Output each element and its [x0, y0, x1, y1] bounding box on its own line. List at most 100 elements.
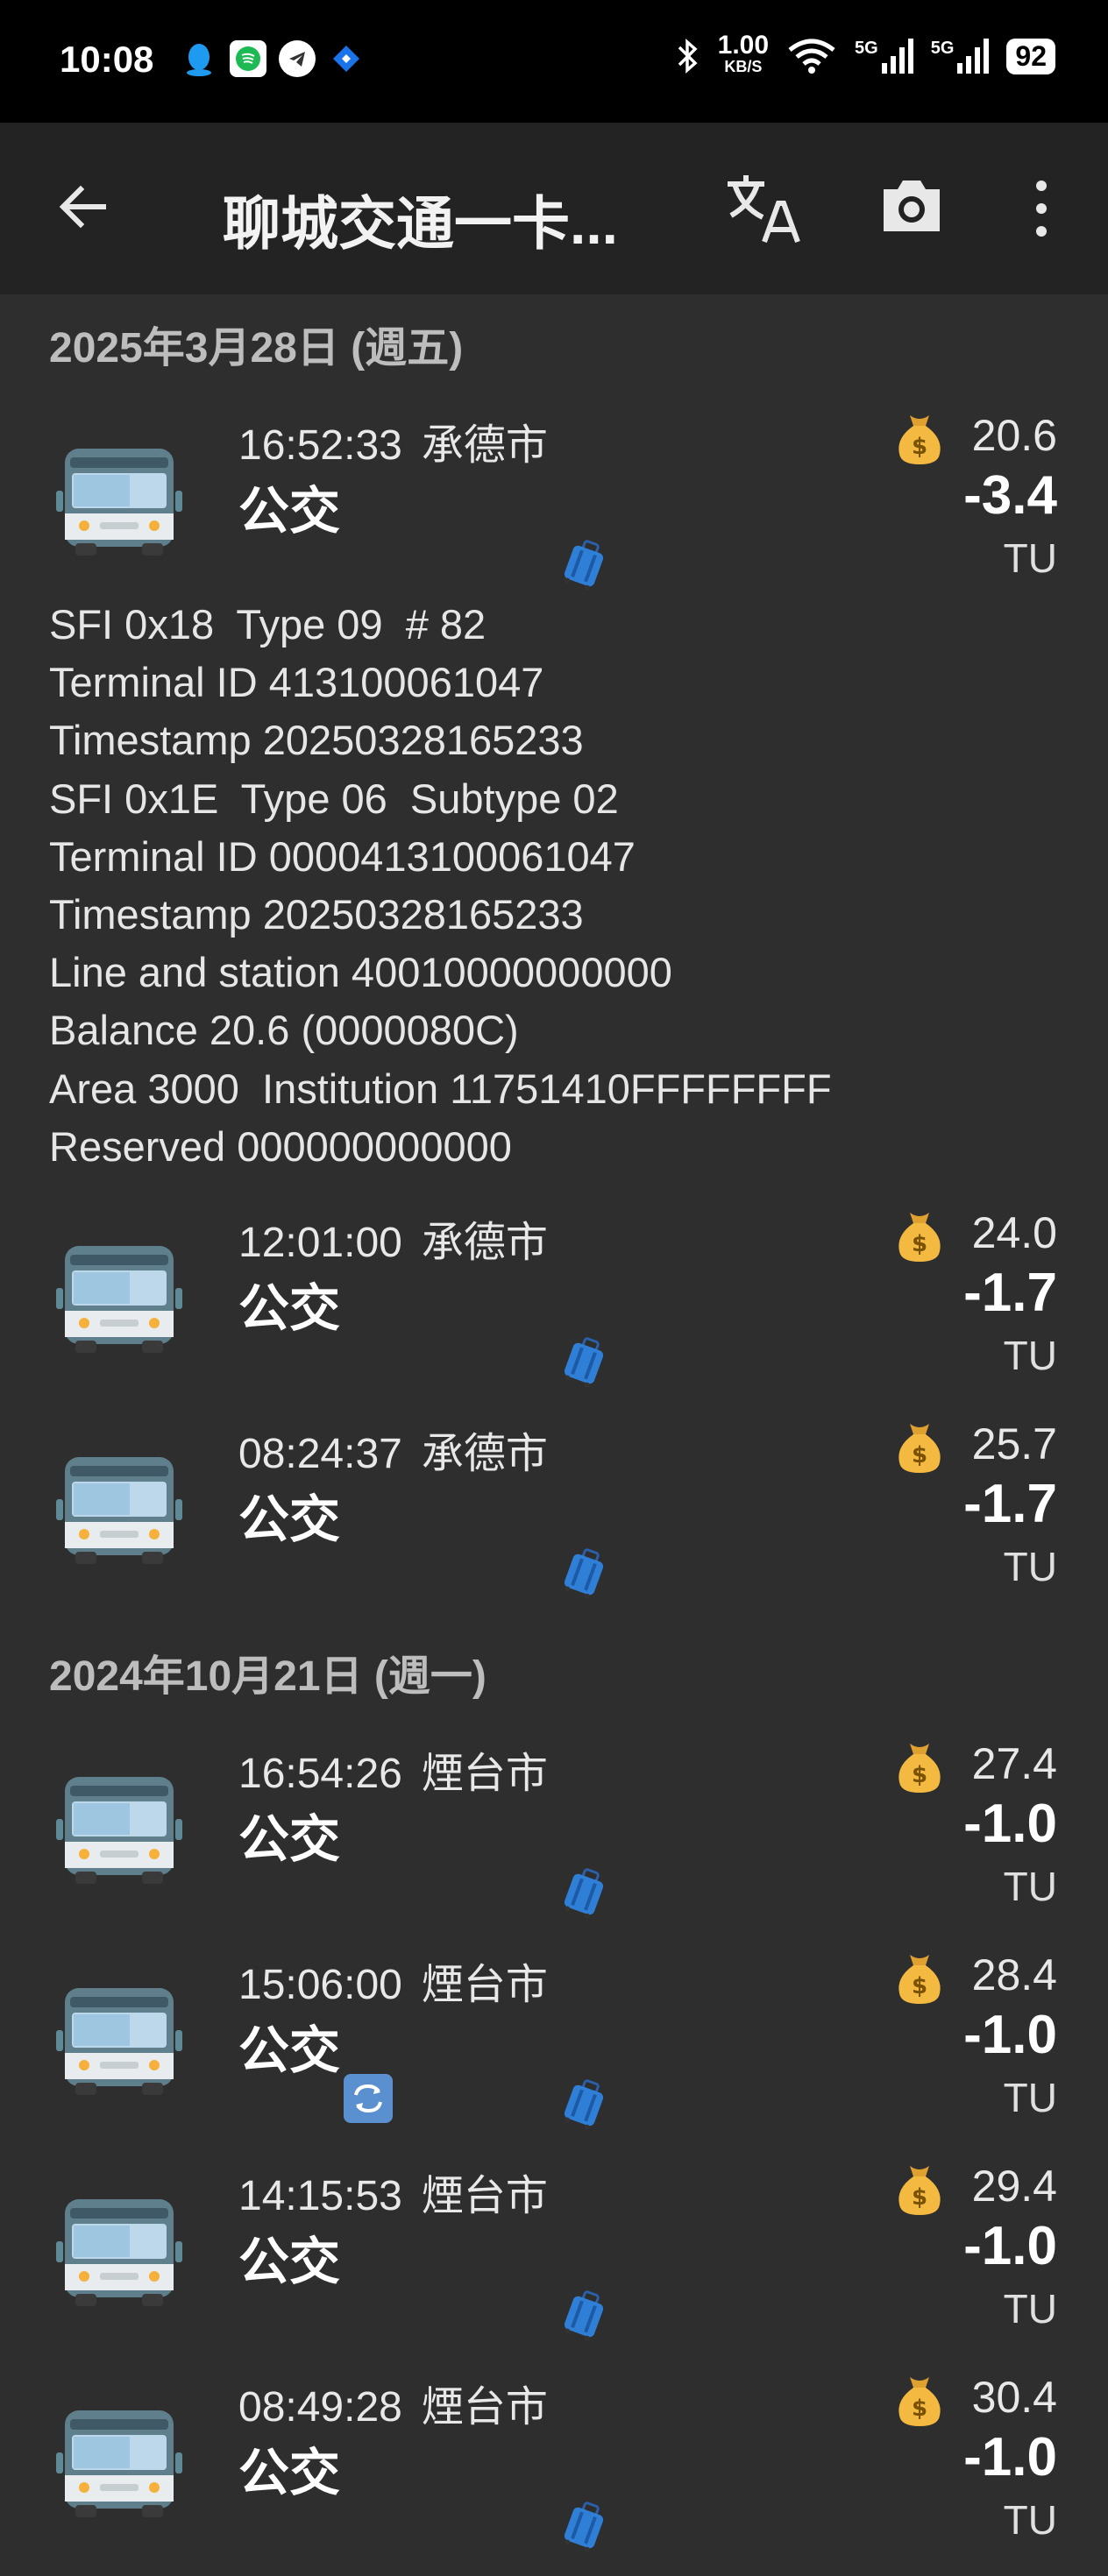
balance-value: 24.0 [971, 1208, 1057, 1258]
bus-icon [56, 2407, 182, 2527]
transaction-time: 08:24:37 承德市 [238, 1419, 548, 1480]
time-value: 16:54:26 [238, 1751, 402, 1798]
money-bag-icon: $ [894, 2374, 945, 2432]
back-arrow-icon[interactable] [53, 175, 116, 243]
transaction-row[interactable]: 14:15:53 煙台市 公交 $29.4 -1.0 TU [0, 2154, 1108, 2365]
city-name: 煙台市 [421, 2384, 548, 2431]
app-diamond-icon [328, 40, 365, 77]
time-value: 12:01:00 [238, 1220, 402, 1267]
balance-value: 25.7 [971, 1419, 1057, 1469]
page-title: 聊城交通一卡... [223, 191, 619, 256]
currency-unit: TU [1003, 535, 1057, 581]
svg-text:$: $ [912, 2396, 927, 2422]
luggage-icon [561, 2502, 607, 2557]
money-bag-icon: $ [894, 1209, 945, 1268]
transaction-time: 08:49:28 煙台市 [238, 2372, 548, 2433]
date-header: 2024年10月21日 (週一) [49, 1653, 487, 1701]
notification-icons [181, 40, 365, 77]
bus-icon [56, 1773, 182, 1893]
city-name: 煙台市 [421, 1751, 548, 1798]
svg-text:$: $ [912, 1973, 927, 1999]
transaction-type: 公交 [238, 2233, 341, 2291]
camera-icon[interactable] [878, 175, 945, 239]
transaction-time: 15:06:00 煙台市 [238, 1950, 548, 2011]
transaction-type: 公交 [238, 1491, 341, 1549]
luggage-icon [561, 1868, 607, 1923]
detail-line: Timestamp 20250328165233 [49, 891, 584, 938]
transaction-time: 16:54:26 煙台市 [238, 1738, 548, 1800]
luggage-icon [561, 540, 607, 595]
signal-5g-2: 5G [931, 39, 990, 74]
more-vert-icon[interactable] [1031, 179, 1052, 243]
transaction-amount: -1.7 [963, 1474, 1057, 1535]
money-bag-icon: $ [894, 1420, 945, 1479]
detail-line: Terminal ID 0000413100061047 [49, 832, 636, 880]
time-value: 15:06:00 [238, 1962, 402, 2009]
app-bar: 聊城交通一卡... [0, 123, 1108, 294]
transaction-list[interactable]: 2025年3月28日 (週五) 16:52:33 承德市 公交 $20.6 -3.4 TU S… [0, 294, 1108, 2576]
city-name: 煙台市 [421, 2173, 548, 2220]
currency-unit: TU [1003, 1544, 1057, 1590]
bus-icon [56, 1454, 182, 1574]
balance-value: 20.6 [971, 411, 1057, 460]
transaction-row[interactable]: 16:54:26 煙台市 公交 $27.4 -1.0 TU [0, 1731, 1108, 1943]
svg-text:$: $ [912, 1442, 927, 1468]
time-value: 08:24:37 [238, 1431, 402, 1478]
transaction-type: 公交 [238, 1280, 341, 1338]
transaction-row[interactable]: 08:24:37 承德市公交 $25.7 -1.7 TU [0, 1412, 1108, 1623]
status-time: 10:08 [60, 39, 154, 80]
balance-value: 28.4 [971, 1950, 1057, 2000]
transaction-amount: -3.4 [963, 465, 1057, 526]
money-bag-icon: $ [894, 2162, 945, 2221]
currency-unit: TU [1003, 1864, 1057, 1910]
transaction-row[interactable]: 12:01:00 承德市公交 $24.0 -1.7 TU [0, 1200, 1108, 1412]
svg-text:$: $ [912, 1231, 927, 1257]
transaction-details: SFI 0x18 Type 09 # 82 Terminal ID 4131000… [0, 596, 1108, 1176]
detail-line: Terminal ID 413100061047 [49, 659, 544, 706]
transaction-time: 16:52:33 承德市 [238, 410, 548, 471]
luggage-icon [561, 1337, 607, 1392]
currency-unit: TU [1003, 2497, 1057, 2544]
currency-unit: TU [1003, 1333, 1057, 1379]
spotify-icon [230, 40, 266, 77]
balance-value: 29.4 [971, 2162, 1057, 2212]
svg-text:$: $ [912, 434, 927, 460]
transaction-time: 12:01:00 承德市 [238, 1207, 548, 1269]
wifi-icon [788, 39, 835, 74]
city-name: 承德市 [421, 422, 548, 469]
time-value: 16:52:33 [238, 422, 402, 469]
money-bag-icon: $ [894, 1740, 945, 1799]
money-bag-icon: $ [894, 412, 945, 471]
city-name: 承德市 [421, 1220, 548, 1267]
transaction-row[interactable]: 15:06:00 煙台市公交 $28.4 -1.0 TU [0, 1943, 1108, 2154]
transaction-amount: -1.0 [963, 2216, 1057, 2277]
transaction-row[interactable]: 16:52:33 承德市 公交 $20.6 -3.4 TU [0, 403, 1108, 601]
city-name: 煙台市 [421, 1962, 548, 2009]
bus-icon [56, 1242, 182, 1362]
bus-icon [56, 2196, 182, 2316]
bluetooth-icon [678, 39, 698, 74]
svg-text:$: $ [912, 1762, 927, 1788]
transaction-amount: -1.7 [963, 1263, 1057, 1324]
signal-bars-icon [881, 39, 913, 74]
transaction-row[interactable]: 08:49:28 煙台市 公交 $30.4 -1.0 TU [0, 2365, 1108, 2576]
money-bag-icon: $ [894, 1951, 945, 2010]
currency-unit: TU [1003, 2075, 1057, 2121]
translate-icon[interactable] [724, 172, 803, 250]
network-speed: 1.00 KB/S [718, 32, 769, 77]
balance-value: 27.4 [971, 1739, 1057, 1789]
luggage-icon [561, 2290, 607, 2346]
telegram-icon [279, 40, 316, 77]
city-name: 承德市 [421, 1431, 548, 1478]
detail-line: Timestamp 20250328165233 [49, 717, 584, 764]
bus-icon [56, 1985, 182, 2105]
battery-indicator: 92 [1006, 38, 1055, 74]
qq-icon [181, 40, 217, 77]
signal-5g-1: 5G [855, 39, 913, 74]
transaction-amount: -1.0 [963, 2005, 1057, 2066]
transaction-type: 公交 [238, 2022, 341, 2080]
time-value: 14:15:53 [238, 2173, 402, 2220]
transfer-icon [344, 2074, 393, 2124]
transaction-amount: -1.0 [963, 1794, 1057, 1855]
detail-line: Reserved 000000000000 [49, 1122, 512, 1170]
